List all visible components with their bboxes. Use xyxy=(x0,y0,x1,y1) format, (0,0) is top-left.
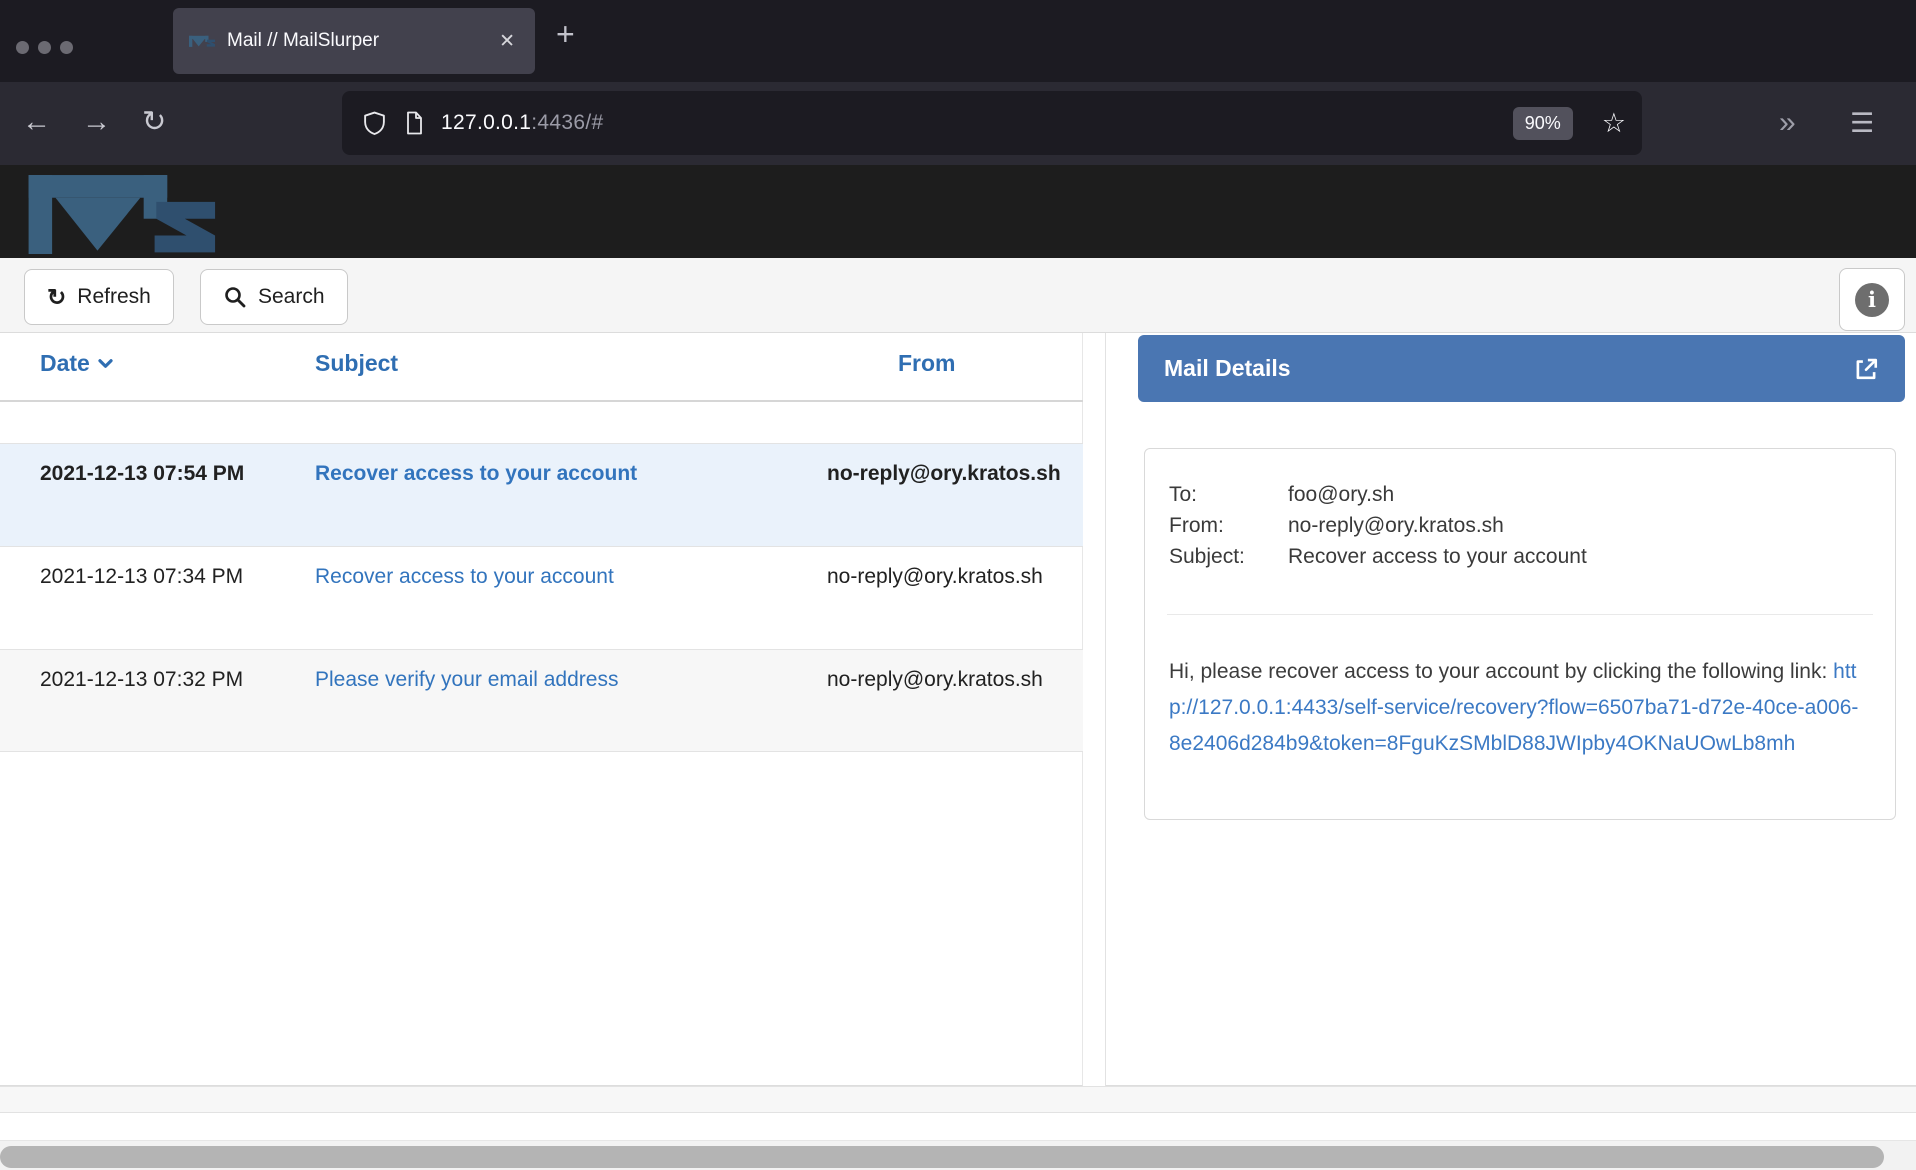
browser-tab[interactable]: Mail // MailSlurper ✕ xyxy=(173,8,535,74)
info-button[interactable]: i xyxy=(1839,268,1905,331)
info-icon: i xyxy=(1855,283,1889,317)
external-link-icon[interactable] xyxy=(1851,354,1881,384)
mail-fields: To: foo@ory.sh From: no-reply@ory.kratos… xyxy=(1169,479,1587,572)
window-dot-icon[interactable] xyxy=(16,41,29,54)
refresh-icon: ↻ xyxy=(47,286,66,309)
window-dot-icon[interactable] xyxy=(38,41,51,54)
mail-row-selected[interactable]: 2021-12-13 07:54 PM Recover access to yo… xyxy=(0,443,1083,546)
field-row-subject: Subject: Recover access to your account xyxy=(1169,541,1587,572)
mail-row-from: no-reply@ory.kratos.sh xyxy=(827,665,1077,695)
field-label: From: xyxy=(1169,510,1288,541)
url-text[interactable]: 127.0.0.1:4436/# xyxy=(441,111,603,135)
column-header-from[interactable]: From xyxy=(898,350,956,377)
new-tab-icon[interactable]: + xyxy=(556,18,575,50)
mailslurper-favicon-icon xyxy=(189,28,215,54)
mail-details-card: To: foo@ory.sh From: no-reply@ory.kratos… xyxy=(1144,448,1896,820)
mail-row-from: no-reply@ory.kratos.sh xyxy=(827,562,1077,592)
mail-rows: 2021-12-13 07:54 PM Recover access to yo… xyxy=(0,443,1083,752)
browser-nav-bar: ← → ↻ 127.0.0.1:4436/# 90% ☆ » ☰ xyxy=(0,82,1916,165)
window-dot-icon[interactable] xyxy=(60,41,73,54)
app-header: ⚙ xyxy=(0,165,1916,258)
app-toolbar: ↻ Refresh Search i xyxy=(0,258,1916,333)
url-path: :4436/# xyxy=(531,111,603,134)
mail-row-subject-link[interactable]: Please verify your email address xyxy=(315,665,765,695)
url-host: 127.0.0.1 xyxy=(441,111,531,134)
bookmark-star-icon[interactable]: ☆ xyxy=(1602,108,1626,139)
forward-icon[interactable]: → xyxy=(82,108,111,137)
mail-details-panel: Mail Details To: foo@ory.sh From: no-rep… xyxy=(1106,333,1916,1086)
column-header-subject[interactable]: Subject xyxy=(315,350,398,377)
browser-tab-bar: Mail // MailSlurper ✕ + xyxy=(0,0,1916,82)
mail-row-date: 2021-12-13 07:54 PM xyxy=(40,459,270,489)
hamburger-menu-icon[interactable]: ☰ xyxy=(1850,108,1874,139)
column-header-from-label: From xyxy=(898,350,956,377)
search-button[interactable]: Search xyxy=(200,269,348,325)
column-header-date[interactable]: Date xyxy=(40,350,115,377)
overflow-chevrons-icon[interactable]: » xyxy=(1779,106,1794,140)
tab-title: Mail // MailSlurper xyxy=(227,30,495,52)
horizontal-scrollbar-thumb[interactable] xyxy=(0,1146,1884,1168)
field-row-to: To: foo@ory.sh xyxy=(1169,479,1587,510)
field-value: no-reply@ory.kratos.sh xyxy=(1288,510,1504,541)
card-divider xyxy=(1167,614,1873,615)
window-controls[interactable] xyxy=(16,41,73,54)
mail-details-header: Mail Details xyxy=(1138,335,1905,402)
search-icon xyxy=(223,285,247,309)
table-footer-strip xyxy=(0,1086,1916,1113)
mail-body: Hi, please recover access to your accoun… xyxy=(1169,654,1869,762)
zoom-level-badge[interactable]: 90% xyxy=(1513,107,1573,140)
refresh-button-label: Refresh xyxy=(77,285,151,309)
header-divider xyxy=(0,400,1083,402)
column-header-subject-label: Subject xyxy=(315,350,398,377)
search-button-label: Search xyxy=(258,285,325,309)
mail-row-from: no-reply@ory.kratos.sh xyxy=(827,459,1077,489)
mail-body-text: Hi, please recover access to your accoun… xyxy=(1169,660,1833,683)
mail-row-subject-link[interactable]: Recover access to your account xyxy=(315,562,765,592)
back-icon[interactable]: ← xyxy=(22,108,51,137)
field-value: Recover access to your account xyxy=(1288,541,1587,572)
refresh-button[interactable]: ↻ Refresh xyxy=(24,269,174,325)
mail-details-title: Mail Details xyxy=(1164,355,1851,382)
mail-row[interactable]: 2021-12-13 07:34 PM Recover access to yo… xyxy=(0,546,1083,649)
shield-icon[interactable] xyxy=(362,110,387,137)
mail-row-subject-link[interactable]: Recover access to your account xyxy=(315,459,765,489)
sort-chevron-down-icon xyxy=(96,354,115,373)
reload-icon[interactable]: ↻ xyxy=(142,108,166,137)
mail-row-date: 2021-12-13 07:32 PM xyxy=(40,665,270,695)
field-label: Subject: xyxy=(1169,541,1288,572)
mail-row[interactable]: 2021-12-13 07:32 PM Please verify your e… xyxy=(0,649,1083,752)
tab-close-icon[interactable]: ✕ xyxy=(495,28,519,55)
address-bar[interactable]: 127.0.0.1:4436/# 90% ☆ xyxy=(342,91,1642,155)
mail-list-panel: Date Subject From 2021-12-13 07:54 PM Re… xyxy=(0,333,1083,1086)
mail-row-date: 2021-12-13 07:34 PM xyxy=(40,562,270,592)
page-info-icon[interactable] xyxy=(402,110,426,137)
field-label: To: xyxy=(1169,479,1288,510)
mailslurper-logo xyxy=(24,170,218,254)
field-value: foo@ory.sh xyxy=(1288,479,1394,510)
column-header-date-label: Date xyxy=(40,350,90,377)
field-row-from: From: no-reply@ory.kratos.sh xyxy=(1169,510,1587,541)
